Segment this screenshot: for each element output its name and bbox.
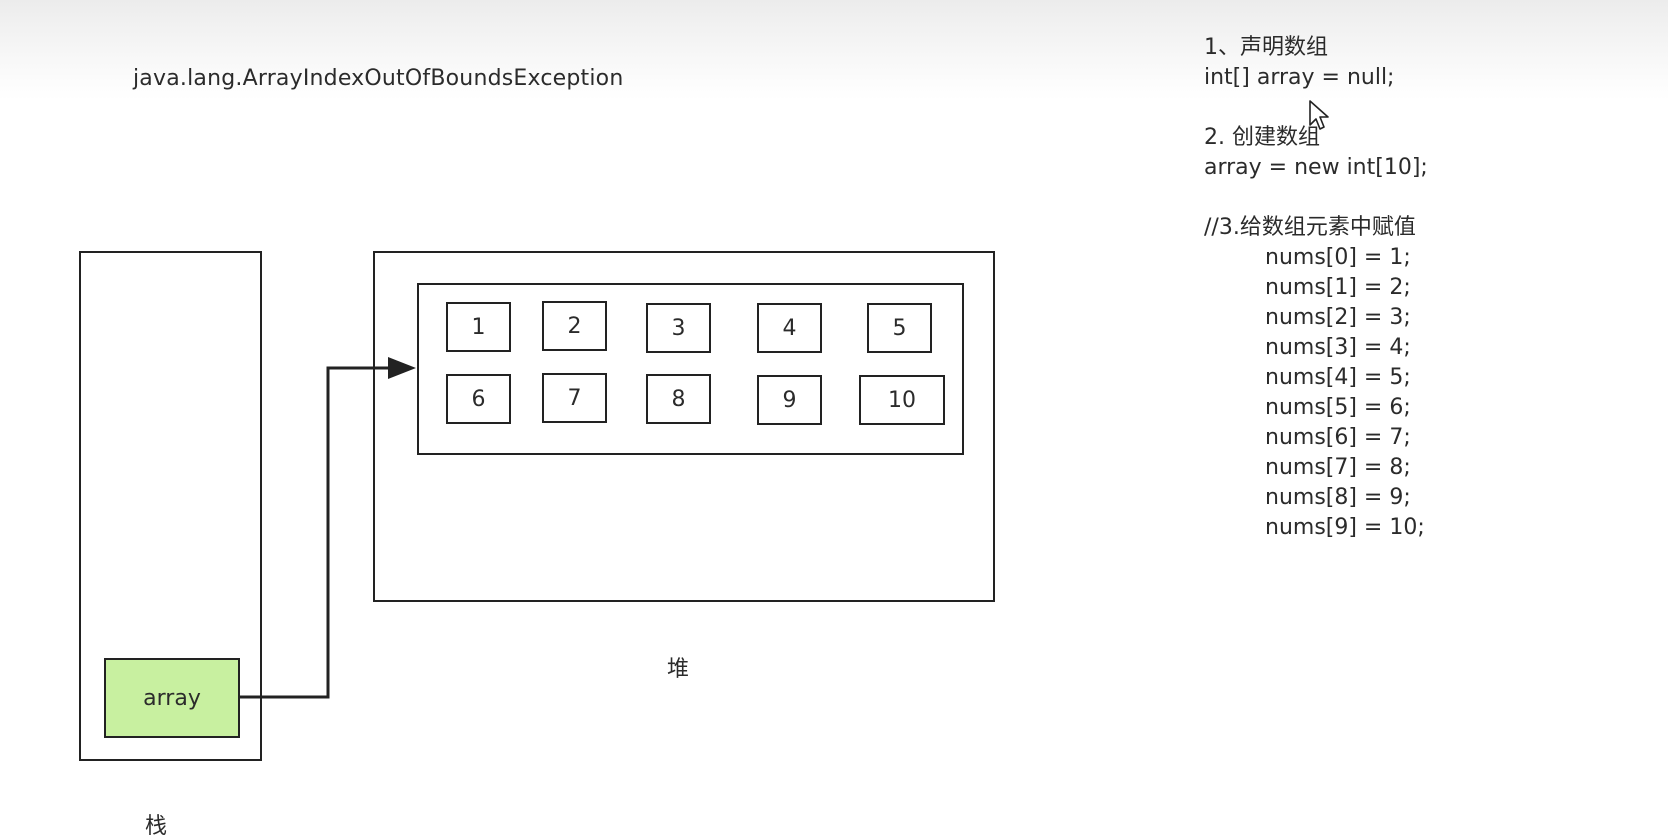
assignment-line: nums[2] = 3; (1265, 305, 1411, 330)
assignment-line: nums[3] = 4; (1265, 335, 1411, 360)
mouse-cursor-icon (1309, 100, 1329, 130)
assignment-line: nums[1] = 2; (1265, 275, 1411, 300)
assignment-line: nums[6] = 7; (1265, 425, 1411, 450)
assignment-line: nums[5] = 6; (1265, 395, 1411, 420)
code-spacer (1204, 183, 1428, 213)
step1-title: 1、声明数组 (1204, 35, 1328, 60)
step2-code: array = new int[10]; (1204, 155, 1428, 180)
assignment-line: nums[0] = 1; (1265, 245, 1411, 270)
assignment-line: nums[7] = 8; (1265, 455, 1411, 480)
assignment-line: nums[8] = 9; (1265, 485, 1411, 510)
assignment-line: nums[4] = 5; (1265, 365, 1411, 390)
assignment-line: nums[9] = 10; (1265, 515, 1425, 540)
step3-title: //3.给数组元素中赋值 (1204, 215, 1416, 240)
step1-code: int[] array = null; (1204, 65, 1395, 90)
